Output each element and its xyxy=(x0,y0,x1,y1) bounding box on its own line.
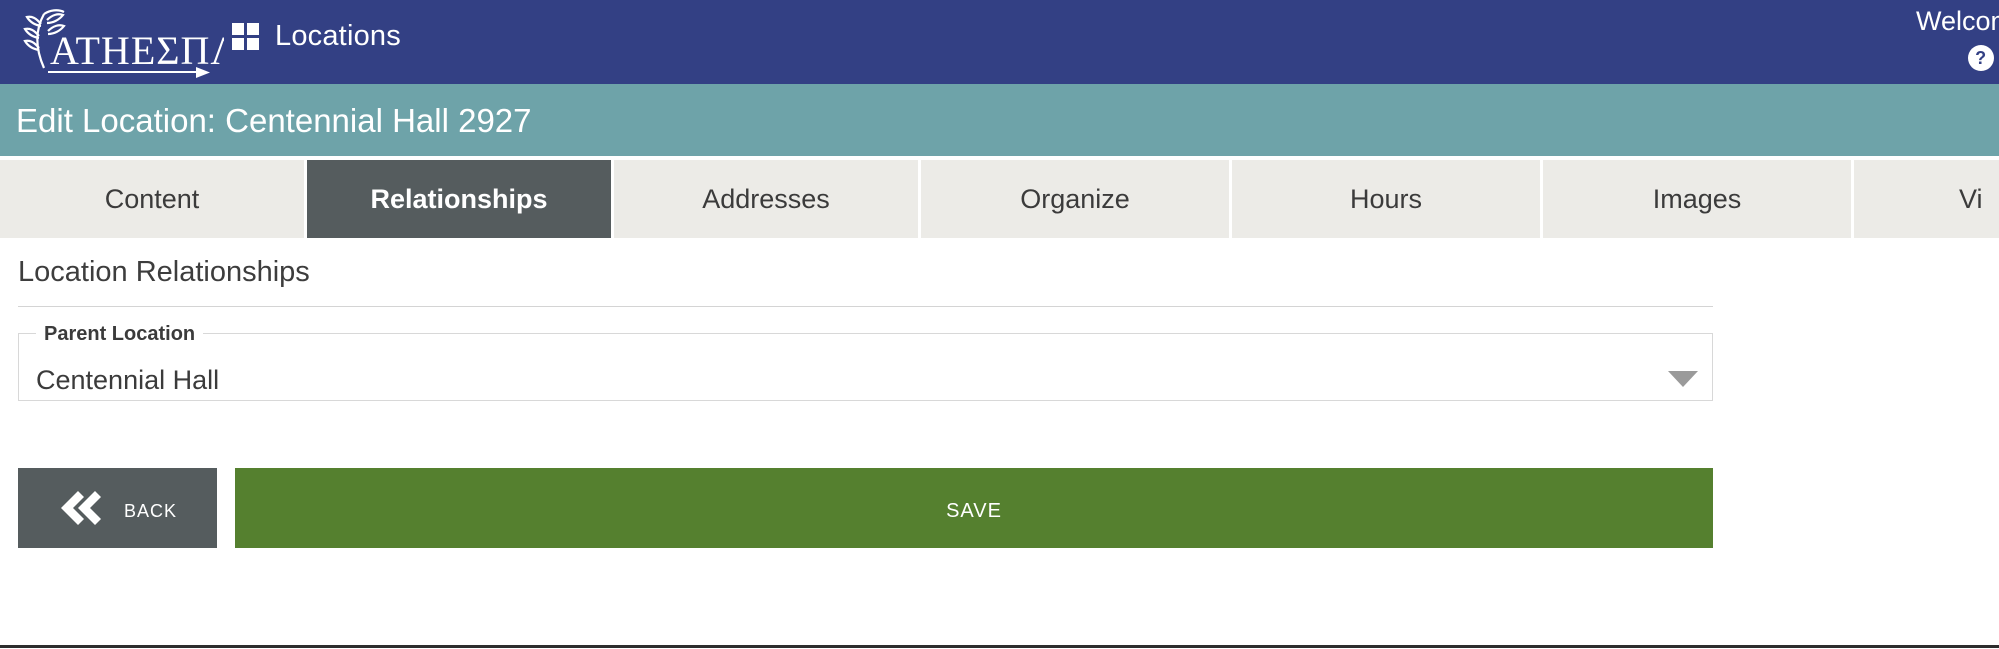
tab-label: Organize xyxy=(1020,183,1130,214)
heading-divider xyxy=(18,306,1713,307)
main-content: Location Relationships xyxy=(0,238,1999,649)
back-button-label: Back xyxy=(123,493,178,523)
parent-location-label: Parent Location xyxy=(36,324,204,344)
back-button[interactable]: Back xyxy=(18,468,217,548)
tab-hours[interactable]: Hours xyxy=(1232,160,1543,238)
tab-videos[interactable]: Vi xyxy=(1854,160,1999,238)
bottom-divider xyxy=(0,645,1999,648)
tab-label: Addresses xyxy=(702,183,830,214)
question-mark-icon: ? xyxy=(1967,45,1994,71)
section-heading: Location Relationships xyxy=(18,256,310,288)
athena-logo[interactable]: ΑΤΗΕΣΠΛ xyxy=(14,6,224,78)
save-button-label: Save xyxy=(946,492,1002,523)
tab-label: Relationships xyxy=(370,183,548,214)
tab-images[interactable]: Images xyxy=(1543,160,1854,238)
tab-label: Content xyxy=(104,183,200,214)
grid-squares-icon xyxy=(232,23,259,50)
double-chevron-left-icon xyxy=(60,491,101,525)
chevron-down-icon[interactable] xyxy=(1668,371,1698,387)
tab-label: Images xyxy=(1652,183,1742,214)
parent-location-select[interactable] xyxy=(18,333,1713,401)
help-row[interactable]: ? Help xyxy=(1579,44,1999,72)
tab-content[interactable]: Content xyxy=(0,160,307,238)
user-welcome-block: Welcome, K ? Help xyxy=(1579,2,1999,72)
wheat-stalk-arrow-logo-icon: ΑΤΗΕΣΠΛ xyxy=(23,9,224,78)
svg-text:ΑΤΗΕΣΠΛ: ΑΤΗΕΣΠΛ xyxy=(50,28,224,73)
tab-addresses[interactable]: Addresses xyxy=(614,160,921,238)
tab-label: Vi xyxy=(1959,183,1983,214)
parent-location-value: Centennial Hall xyxy=(36,365,220,395)
nav-locations-label: Locations xyxy=(275,20,401,52)
tab-organize[interactable]: Organize xyxy=(921,160,1232,238)
save-button[interactable]: Save xyxy=(235,468,1713,548)
nav-locations-item[interactable]: Locations xyxy=(232,22,401,51)
top-navigation-bar: ΑΤΗΕΣΠΛ Locations Welcome, K ? Help xyxy=(0,0,1999,84)
tab-relationships[interactable]: Relationships xyxy=(307,160,614,238)
tab-label: Hours xyxy=(1349,183,1423,214)
tab-strip: Content Relationships Addresses Organize… xyxy=(0,160,1999,238)
welcome-text: Welcome, K xyxy=(1915,6,1999,36)
page-title-bar: Edit Location: Centennial Hall 2927 xyxy=(0,84,1999,156)
page-title: Edit Location: Centennial Hall 2927 xyxy=(16,101,532,139)
